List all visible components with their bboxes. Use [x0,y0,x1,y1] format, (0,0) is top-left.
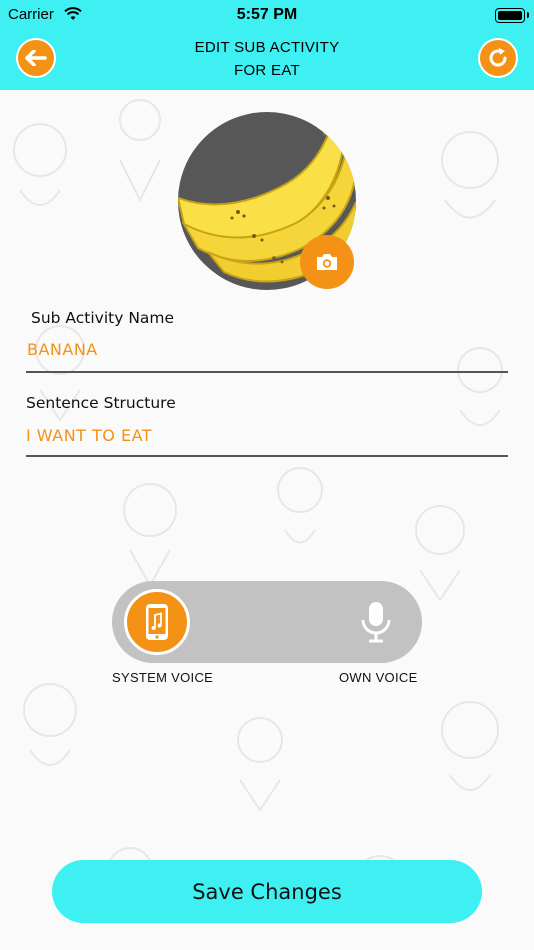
refresh-icon [489,48,507,67]
refresh-button[interactable] [478,38,518,78]
own-voice-option[interactable] [356,600,396,648]
sentence-structure-input[interactable]: I WANT TO EAT [26,426,152,445]
page-title: EDIT SUB ACTIVITY FOR EAT [100,36,434,82]
camera-icon [317,254,337,270]
sentence-structure-underline [26,455,508,457]
arrow-left-icon [25,50,47,66]
sub-activity-name-underline [26,371,508,373]
page-title-line2: FOR EAT [234,62,300,79]
clock: 5:57 PM [236,6,298,23]
sentence-structure-label: Sentence Structure [26,394,176,412]
system-voice-label: SYSTEM VOICE [112,670,214,685]
status-bar: Carrier 5:57 PM [0,4,534,26]
page-title-line1: EDIT SUB ACTIVITY [194,39,340,56]
microphone-icon [361,602,391,643]
back-button[interactable] [16,38,56,78]
header-bar: Carrier 5:57 PM EDIT SUB ACTIVITY FOR EA… [0,0,534,90]
sub-activity-name-label: Sub Activity Name [31,309,175,327]
save-changes-button[interactable]: Save Changes [52,860,482,923]
own-voice-label: OWN VOICE [339,670,418,685]
sub-activity-name-input[interactable]: BANANA [27,340,98,359]
save-changes-label: Save Changes [192,879,342,904]
system-voice-option[interactable] [124,589,190,655]
phone-music-icon [146,604,168,640]
battery-icon [495,8,529,23]
change-photo-button[interactable] [300,235,354,289]
